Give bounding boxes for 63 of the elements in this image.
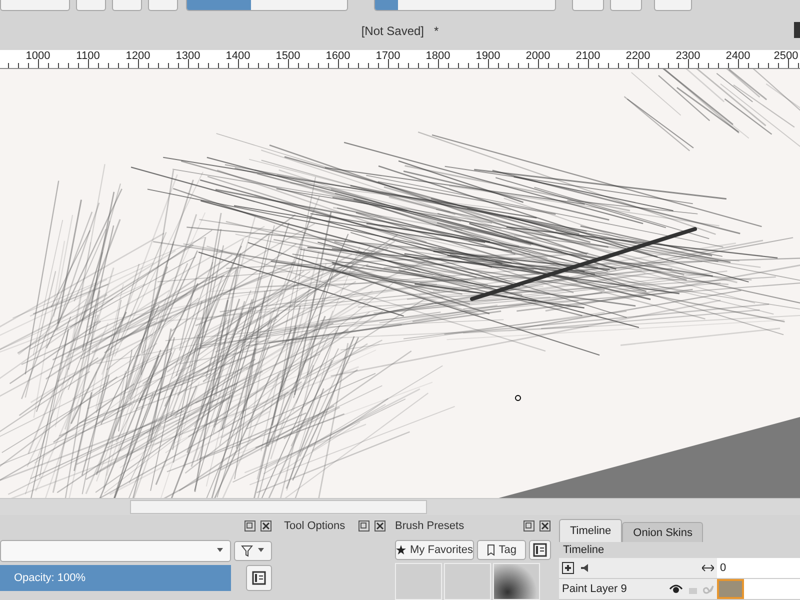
bookmark-icon — [486, 544, 495, 556]
visibility-icon[interactable] — [669, 584, 683, 594]
layer-row[interactable]: Paint Layer 9 — [559, 579, 717, 600]
ruler-label: 1900 — [476, 50, 500, 62]
size-slider[interactable] — [186, 0, 348, 11]
ruler-label: 1500 — [276, 50, 300, 62]
frame-number: 0 — [720, 562, 726, 574]
close-icon[interactable] — [374, 520, 386, 532]
panel-title: Timeline — [562, 543, 606, 558]
toolbar-button[interactable] — [148, 0, 178, 11]
star-icon — [396, 545, 406, 555]
caret-icon — [257, 548, 265, 554]
scrollbar-thumb[interactable] — [130, 500, 427, 514]
ruler-label: 2100 — [576, 50, 600, 62]
brush-preset-tile[interactable] — [444, 563, 491, 600]
document-title: [Not Saved] — [361, 24, 424, 38]
tag-button[interactable]: Tag — [476, 540, 526, 560]
ruler-label: 2300 — [676, 50, 700, 62]
presets-menu-button[interactable] — [529, 540, 551, 560]
toolbar-button[interactable] — [76, 0, 106, 11]
ruler-label: 2000 — [526, 50, 550, 62]
ruler-label: 1200 — [126, 50, 150, 62]
close-icon[interactable] — [260, 520, 272, 532]
float-icon[interactable] — [244, 520, 256, 532]
ruler-label: 2500 — [774, 50, 798, 62]
toolbar-button[interactable] — [654, 0, 692, 11]
add-layer-icon[interactable] — [562, 562, 574, 574]
toolbar-button[interactable] — [0, 0, 70, 11]
filter-button[interactable] — [234, 541, 272, 561]
speaker-icon[interactable] — [580, 563, 590, 573]
filter-icon — [241, 545, 253, 557]
caret-icon — [216, 548, 224, 554]
close-icon[interactable] — [539, 520, 551, 532]
ruler-label: 1800 — [426, 50, 450, 62]
brush-preset-tile[interactable] — [395, 563, 442, 600]
alpha-lock-icon[interactable] — [703, 584, 714, 594]
brush-cursor-icon — [515, 395, 521, 401]
list-menu-icon — [252, 571, 266, 585]
ruler-label: 2200 — [626, 50, 650, 62]
toolbar-button[interactable] — [572, 0, 604, 11]
ruler-label: 1700 — [376, 50, 400, 62]
tab[interactable]: Onion Skins — [622, 522, 704, 542]
toolbar-button[interactable] — [112, 0, 142, 11]
list-menu-icon — [533, 543, 548, 557]
tab[interactable]: Timeline — [559, 519, 622, 542]
panel-title: Brush Presets — [395, 520, 466, 532]
panel-title: Tool Options — [284, 520, 346, 532]
layer-name: Paint Layer 9 — [562, 583, 628, 595]
ruler-label: 1100 — [76, 50, 100, 62]
ruler-label: 2400 — [726, 50, 750, 62]
ruler-label: 1000 — [26, 50, 50, 62]
horizontal-scrollbar[interactable] — [0, 498, 800, 515]
modified-marker: * — [434, 24, 439, 38]
ruler-label: 1400 — [226, 50, 250, 62]
float-icon[interactable] — [358, 520, 370, 532]
toolbar-button[interactable] — [610, 0, 642, 11]
float-icon[interactable] — [523, 520, 535, 532]
opacity-slider[interactable] — [374, 0, 556, 11]
ruler-label: 1300 — [176, 50, 200, 62]
ruler-label: 1600 — [326, 50, 350, 62]
layer-menu-button[interactable] — [246, 565, 272, 591]
brush-preset-tile[interactable] — [493, 563, 540, 600]
favorites-button[interactable]: My Favorites — [395, 540, 474, 560]
